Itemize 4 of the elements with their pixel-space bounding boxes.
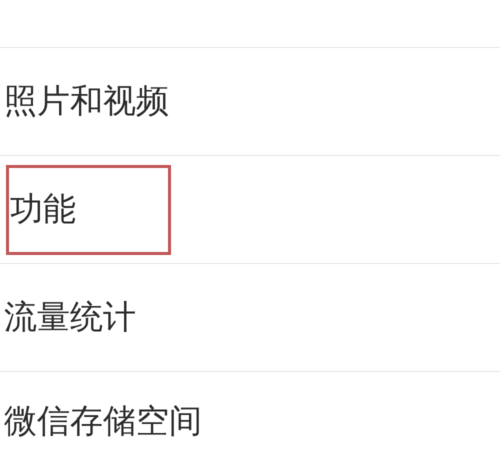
settings-item[interactable]: 功能	[10, 187, 76, 232]
settings-item[interactable]: 照片和视频	[4, 79, 169, 124]
settings-item[interactable]: 流量统计	[4, 295, 136, 340]
settings-item[interactable]: 微信存储空间	[4, 398, 202, 444]
